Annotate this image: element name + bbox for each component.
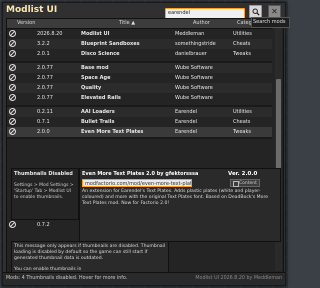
thumbnail-panel: Thumbnails Disabled Settings > Mod Setti… — [11, 168, 79, 220]
row-name: Quality — [81, 85, 102, 91]
header-author[interactable]: Author — [193, 20, 210, 26]
row-author: somethingstride — [175, 41, 216, 47]
toggle-icon[interactable] — [9, 221, 16, 228]
row-group-separator — [7, 61, 272, 63]
status-right: Modlist UI 2026.8.20 by Meddleman — [195, 276, 282, 281]
toggle-icon[interactable] — [9, 108, 16, 115]
row-version: 2.0.77 — [37, 65, 53, 71]
row-name: Even More Text Plates — [81, 129, 144, 135]
row-category: Tweaks — [233, 51, 251, 57]
table-row[interactable]: 2.0.1 Disco Science danielbrauer Tweaks — [7, 49, 272, 59]
row-author: Wube Software — [175, 85, 213, 91]
window-title: Modlist UI — [6, 5, 58, 15]
thumbnail-text: Settings > Mod Settings > 'Startup' Tab … — [14, 183, 74, 200]
row-version: 0.2.11 — [37, 109, 53, 115]
row-author: Earendel — [175, 109, 198, 115]
table-row[interactable]: 2.0.0 Even More Text Plates Earendel Tweaks — [7, 127, 272, 137]
toggle-icon[interactable] — [9, 40, 16, 47]
row-author: Wube Software — [175, 65, 213, 71]
row-author: Earendel — [175, 119, 198, 125]
header-version[interactable]: Version — [17, 20, 35, 26]
row-name: AAI Loaders — [81, 109, 115, 115]
row-author: danielbrauer — [175, 51, 207, 57]
info-text: This message only appears if thumbnails … — [14, 244, 166, 261]
row-category: Cheats — [233, 41, 251, 47]
table-row[interactable]: 2.0.77 Base mod Wube Software — [7, 63, 272, 73]
row-version: 2026.8.20 — [37, 31, 63, 37]
status-bar: Mods: 4 Thumbnails disabled. Hover for m… — [3, 272, 285, 285]
row-group-separator — [7, 105, 272, 107]
row-author: Wube Software — [175, 75, 213, 81]
row-version: 2.0.1 — [37, 51, 50, 57]
mod-table: Version Title ▲ Author Categ... 2026.8.2… — [6, 18, 284, 283]
row-category: Tweaks — [233, 129, 251, 135]
header-title[interactable]: Title ▲ — [119, 20, 135, 26]
content-icon — [233, 181, 239, 187]
close-icon: ✕ — [271, 6, 278, 16]
row-version: 0.7.2 — [37, 222, 50, 228]
toggle-icon[interactable] — [9, 118, 16, 125]
toggle-icon[interactable] — [9, 128, 16, 135]
mod-detail-panel: Even More Text Plates 2.0 by gfektorsssa… — [79, 168, 281, 242]
row-category: Utilities — [233, 31, 252, 37]
row-version: 0.7.1 — [37, 119, 50, 125]
toggle-icon[interactable] — [9, 74, 16, 81]
table-row[interactable]: 2.0.77 Space Age Wube Software — [7, 73, 272, 83]
content-button[interactable]: Content — [230, 179, 260, 187]
status-left: Mods: 4 Thumbnails disabled. Hover for m… — [6, 276, 128, 281]
detail-url-field[interactable]: modfactorio.com/mod/even-more-text-plate… — [82, 179, 192, 187]
row-name: Bullet Trails — [81, 119, 115, 125]
row-author: Wube Software — [175, 95, 213, 101]
table-row[interactable]: 2026.8.20 Modlist UI Meddleman Utilities — [7, 29, 272, 39]
detail-description: An extension for Earendel's Text Plates.… — [82, 189, 269, 206]
search-icon — [252, 8, 260, 16]
titlebar: Modlist UI earendel ✕ — [3, 3, 285, 19]
row-version: 2.0.0 — [37, 129, 50, 135]
row-name: Blueprint Sandboxes — [81, 41, 140, 47]
table-header: Version Title ▲ Author Categ... — [7, 19, 272, 29]
table-row[interactable]: 3.2.2 Blueprint Sandboxes somethingstride C… — [7, 39, 272, 49]
thumbnail-title: Thumbnails Disabled — [14, 171, 73, 177]
toggle-icon[interactable] — [9, 50, 16, 57]
row-author: Earendel — [175, 129, 198, 135]
table-row[interactable]: 0.2.11 AAI Loaders Earendel Utilities — [7, 107, 272, 117]
detail-version: Ver. 2.0.0 — [228, 171, 258, 177]
row-category: Utilities — [233, 109, 252, 115]
row-category: Cheats — [233, 119, 251, 125]
toggle-icon[interactable] — [9, 64, 16, 71]
toggle-icon[interactable] — [9, 30, 16, 37]
toggle-icon[interactable] — [9, 84, 16, 91]
table-row[interactable]: 2.0.77 Elevated Rails Wube Software — [7, 93, 272, 103]
row-version: 2.0.77 — [37, 95, 53, 101]
row-group-separator — [7, 137, 272, 139]
detail-title: Even More Text Plates 2.0 by gfektorsssa — [82, 171, 199, 177]
table-row[interactable]: 2.0.77 Quality Wube Software — [7, 83, 272, 93]
content-label: Content — [239, 181, 257, 186]
row-name: Elevated Rails — [81, 95, 121, 101]
search-tooltip: Search mods — [251, 17, 290, 28]
row-name: Space Age — [81, 75, 111, 81]
table-row[interactable]: 0.7.1 Bullet Trails Earendel Cheats — [7, 117, 272, 127]
row-author: Meddleman — [175, 31, 205, 37]
modlist-window: Modlist UI earendel ✕ Search mods Versio… — [2, 2, 290, 286]
row-name: Base mod — [81, 65, 109, 71]
row-name: Modlist UI — [81, 31, 110, 37]
row-version: 2.0.77 — [37, 75, 53, 81]
toggle-icon[interactable] — [9, 94, 16, 101]
row-name: Disco Science — [81, 51, 120, 57]
row-version: 3.2.2 — [37, 41, 50, 47]
row-version: 2.0.77 — [37, 85, 53, 91]
